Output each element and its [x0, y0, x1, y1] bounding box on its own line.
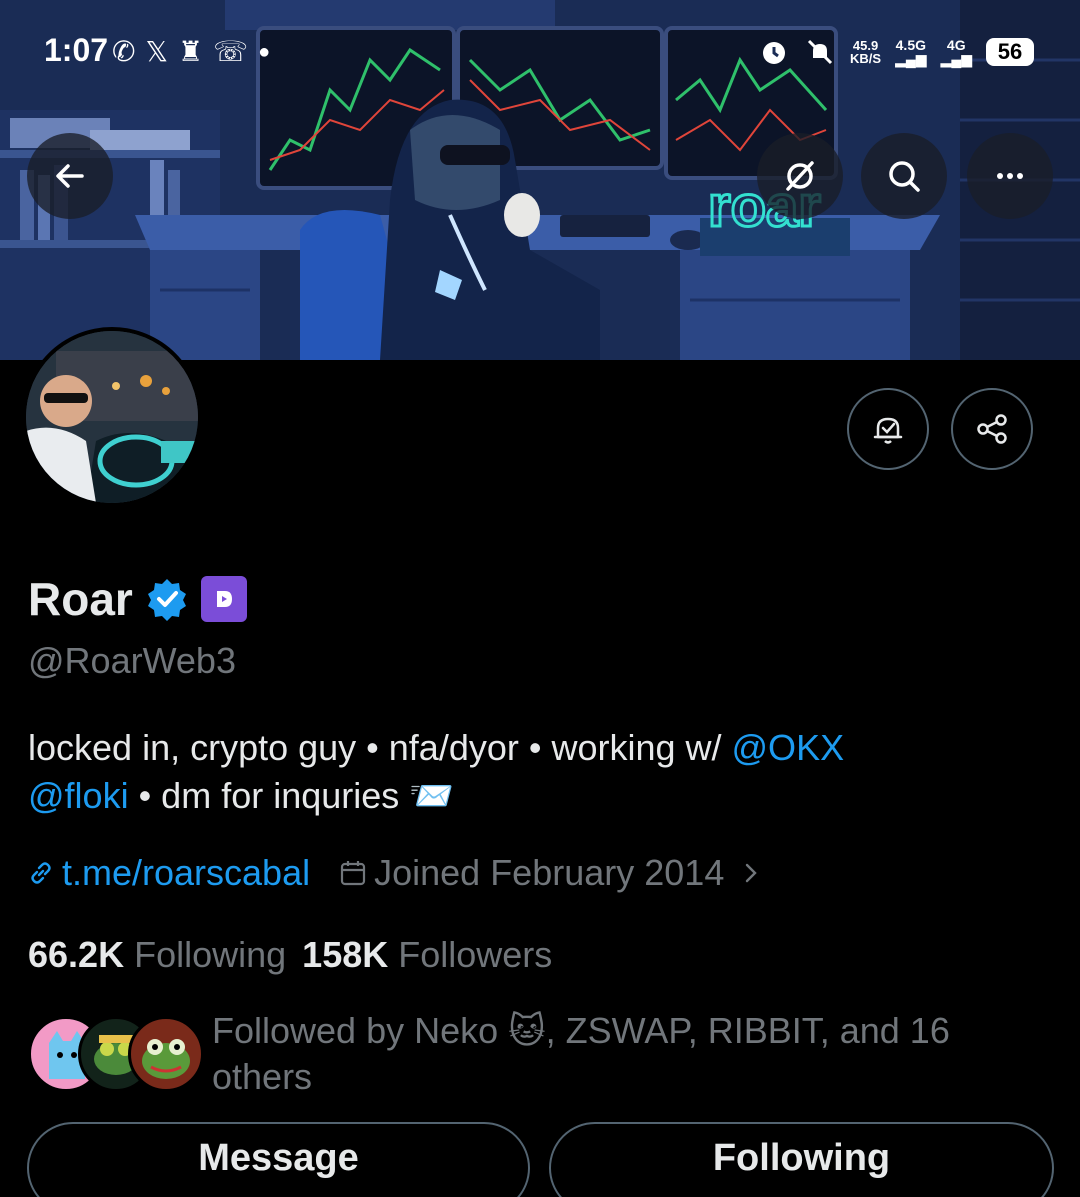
- profile-link[interactable]: t.me/roarscabal: [26, 852, 310, 894]
- search-button[interactable]: [861, 133, 947, 219]
- message-button[interactable]: Message: [27, 1122, 530, 1197]
- user-handle: @RoarWeb3: [28, 640, 236, 681]
- game-icon: ♜: [178, 36, 204, 67]
- calendar-icon: [341, 861, 366, 886]
- network-speed: 45.9 KB/S: [850, 39, 881, 65]
- notifications-button[interactable]: [847, 388, 929, 470]
- following-button[interactable]: Following: [549, 1122, 1054, 1197]
- whatsapp-icon: ✆: [112, 36, 136, 67]
- profile-avatar[interactable]: [22, 327, 202, 507]
- link-icon: [31, 862, 51, 884]
- status-time: 1:07: [44, 32, 109, 68]
- followers-count: 158K: [302, 934, 389, 975]
- avatar-photo: [26, 331, 198, 503]
- ribbit-avatar-art: [142, 1039, 190, 1079]
- signal-bars-icon: ▂▄▆: [895, 51, 927, 67]
- bio-mention-floki[interactable]: @floki: [28, 775, 129, 816]
- network-speed-unit: KB/S: [850, 51, 882, 66]
- more-icon: [997, 173, 1023, 179]
- followed-by-text[interactable]: Followed by Neko 🐱, ZSWAP, RIBBIT, and 1…: [212, 1008, 1032, 1100]
- more-notifications-dot-icon: ●: [258, 41, 271, 63]
- more-options-button[interactable]: [967, 133, 1053, 219]
- follower-avatar-ribbit: [128, 1016, 204, 1092]
- bio-text-part2: • dm for inquries 📨: [128, 775, 455, 816]
- bell-check-icon: [873, 417, 903, 444]
- profile-bio: locked in, crypto guy • nfa/dyor • worki…: [28, 724, 1038, 820]
- grok-button[interactable]: [757, 133, 843, 219]
- joined-date-text: Joined February 2014: [374, 852, 725, 893]
- profile-banner[interactable]: roar 1:07 ✆ 𝕏 ♜ ☏ ● 45.9 KB/S 4.5G ▂▄▆ 4…: [0, 0, 1080, 360]
- missed-call-icon: ☏: [213, 36, 249, 67]
- status-right-group: 45.9 KB/S 4.5G ▂▄▆ 4G ▂▄▆ 56: [758, 36, 1034, 68]
- x-app-icon: 𝕏: [145, 36, 169, 67]
- display-name: Roar: [28, 573, 133, 625]
- mute-notifications-icon: [807, 39, 833, 65]
- bio-text-part1: locked in, crypto guy • nfa/dyor • worki…: [28, 727, 732, 768]
- followers-stat[interactable]: 158K Followers: [302, 934, 552, 976]
- following-count: 66.2K: [28, 934, 125, 975]
- status-notification-icons: ✆ 𝕏 ♜ ☏ ●: [112, 34, 270, 70]
- follow-stats: 66.2K Following 158K Followers: [28, 934, 552, 976]
- name-row: Roar: [28, 572, 247, 626]
- share-icon: [977, 414, 1007, 444]
- battery-indicator: 56: [986, 38, 1034, 66]
- affiliate-logo-icon: [216, 591, 232, 607]
- chevron-right-icon: [746, 863, 758, 883]
- status-bar: 1:07 ✆ 𝕏 ♜ ☏ ● 45.9 KB/S 4.5G ▂▄▆ 4G ▂▄▆…: [0, 0, 1080, 100]
- bio-mention-okx[interactable]: @OKX: [732, 727, 845, 768]
- following-stat[interactable]: 66.2K Following: [28, 934, 286, 976]
- search-icon: [889, 161, 920, 192]
- verified-badge-icon[interactable]: [145, 577, 189, 621]
- network-2-label: 4G: [946, 37, 966, 53]
- following-label: Following: [134, 934, 287, 975]
- affiliate-badge-icon[interactable]: [200, 576, 247, 622]
- alarm-icon: [763, 42, 786, 64]
- followed-by-avatars: [28, 1016, 204, 1092]
- avatar-image: [26, 331, 198, 503]
- grok-icon: [786, 161, 814, 191]
- arrow-left-icon: [56, 164, 84, 188]
- profile-link-text[interactable]: t.me/roarscabal: [62, 852, 310, 894]
- signal-bars-2-icon: ▂▄▆: [940, 51, 972, 67]
- network-1-label: 4.5G: [895, 37, 926, 53]
- followers-label: Followers: [398, 934, 553, 975]
- profile-meta-row: t.me/roarscabal Joined February 2014: [26, 852, 766, 894]
- share-button[interactable]: [951, 388, 1033, 470]
- profile-page: roar 1:07 ✆ 𝕏 ♜ ☏ ● 45.9 KB/S 4.5G ▂▄▆ 4…: [0, 0, 1080, 1197]
- network-4g: 4G ▂▄▆: [941, 38, 972, 66]
- joined-date[interactable]: Joined February 2014: [338, 852, 766, 894]
- network-4-5g: 4.5G ▂▄▆: [895, 38, 926, 66]
- back-button[interactable]: [27, 133, 113, 219]
